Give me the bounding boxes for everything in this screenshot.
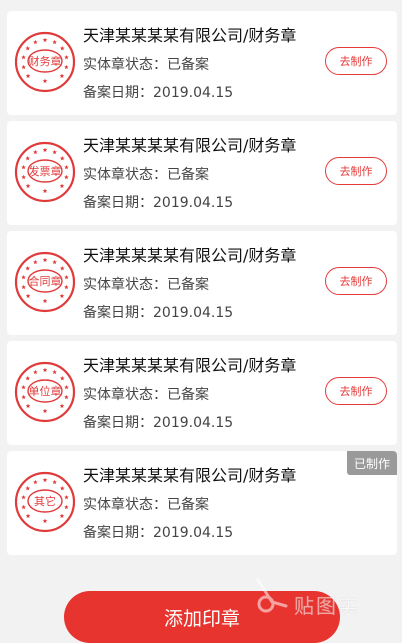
seal-star-icon (60, 486, 65, 491)
seal-star-icon (42, 408, 48, 413)
seal-label: 发票章 (28, 165, 62, 178)
seal-icon: 财务章 (14, 31, 76, 93)
seal-star-icon (42, 477, 48, 482)
seal-title: 天津某某某某有限公司/财务章 (83, 466, 297, 485)
make-seal-button[interactable]: 去制作 (325, 377, 387, 405)
seal-status: 实体章状态：已备案 (83, 387, 209, 403)
seal-star-icon (42, 37, 48, 42)
seal-status: 实体章状态：已备案 (83, 497, 209, 513)
seal-star-icon (52, 259, 57, 265)
seal-status: 实体章状态：已备案 (83, 277, 209, 293)
seal-star-icon (25, 183, 31, 188)
seal-star-icon (33, 479, 38, 485)
seal-star-icon (42, 188, 48, 193)
seal-star-icon (52, 369, 57, 375)
seal-star-icon (25, 156, 30, 161)
seal-star-icon (25, 73, 31, 78)
seal-star-icon (52, 479, 57, 485)
seal-star-icon (25, 293, 31, 298)
seal-star-icon (42, 147, 48, 152)
seal-star-icon (59, 183, 65, 188)
made-status-badge: 已制作 (347, 451, 397, 475)
seal-title: 天津某某某某有限公司/财务章 (83, 136, 297, 155)
seal-date: 备案日期：2019.04.15 (83, 525, 234, 541)
seal-star-icon (25, 403, 31, 408)
seal-star-icon (25, 266, 30, 271)
seal-label: 其它 (34, 495, 56, 508)
seal-card: 财务章 天津某某某某有限公司/财务章 实体章状态：已备案 备案日期：2019.0… (7, 11, 397, 115)
seal-star-icon (59, 293, 65, 298)
make-seal-button[interactable]: 去制作 (325, 157, 387, 185)
seal-status: 实体章状态：已备案 (83, 57, 209, 73)
seal-card: 其它 天津某某某某有限公司/财务章 实体章状态：已备案 备案日期：2019.04… (7, 451, 397, 555)
seal-date: 备案日期：2019.04.15 (83, 195, 234, 211)
seal-icon: 单位章 (14, 361, 76, 423)
seal-star-icon (52, 39, 57, 45)
seal-star-icon (42, 518, 48, 523)
seal-star-icon (60, 376, 65, 381)
seal-star-icon (42, 298, 48, 303)
seal-icon: 发票章 (14, 141, 76, 203)
seal-star-icon (25, 46, 30, 51)
seal-status: 实体章状态：已备案 (83, 167, 209, 183)
seal-star-icon (42, 367, 48, 372)
seal-star-icon (33, 259, 38, 265)
seal-date: 备案日期：2019.04.15 (83, 415, 234, 431)
seal-star-icon (59, 403, 65, 408)
seal-title: 天津某某某某有限公司/财务章 (83, 246, 297, 265)
seal-label: 合同章 (28, 275, 62, 288)
make-seal-button[interactable]: 去制作 (325, 47, 387, 75)
seal-star-icon (52, 149, 57, 155)
seal-label: 单位章 (28, 385, 62, 398)
seal-icon: 其它 (14, 471, 76, 533)
seal-star-icon (60, 156, 65, 161)
seal-star-icon (59, 513, 65, 518)
add-seal-button[interactable]: 添加印章 (64, 591, 340, 643)
seal-star-icon (25, 376, 30, 381)
seal-label: 财务章 (28, 55, 62, 68)
seal-star-icon (59, 73, 65, 78)
seal-card: 单位章 天津某某某某有限公司/财务章 实体章状态：已备案 备案日期：2019.0… (7, 341, 397, 445)
seal-star-icon (25, 486, 30, 491)
seal-star-icon (60, 46, 65, 51)
make-seal-button[interactable]: 去制作 (325, 267, 387, 295)
seal-card: 发票章 天津某某某某有限公司/财务章 实体章状态：已备案 备案日期：2019.0… (7, 121, 397, 225)
seal-star-icon (42, 257, 48, 262)
seal-card: 合同章 天津某某某某有限公司/财务章 实体章状态：已备案 备案日期：2019.0… (7, 231, 397, 335)
seal-date: 备案日期：2019.04.15 (83, 85, 234, 101)
seal-star-icon (60, 266, 65, 271)
seal-star-icon (33, 39, 38, 45)
seal-star-icon (33, 369, 38, 375)
seal-star-icon (42, 78, 48, 83)
seal-icon: 合同章 (14, 251, 76, 313)
seal-star-icon (25, 513, 31, 518)
seal-title: 天津某某某某有限公司/财务章 (83, 356, 297, 375)
seal-star-icon (33, 149, 38, 155)
seal-date: 备案日期：2019.04.15 (83, 305, 234, 321)
seal-title: 天津某某某某有限公司/财务章 (83, 26, 297, 45)
